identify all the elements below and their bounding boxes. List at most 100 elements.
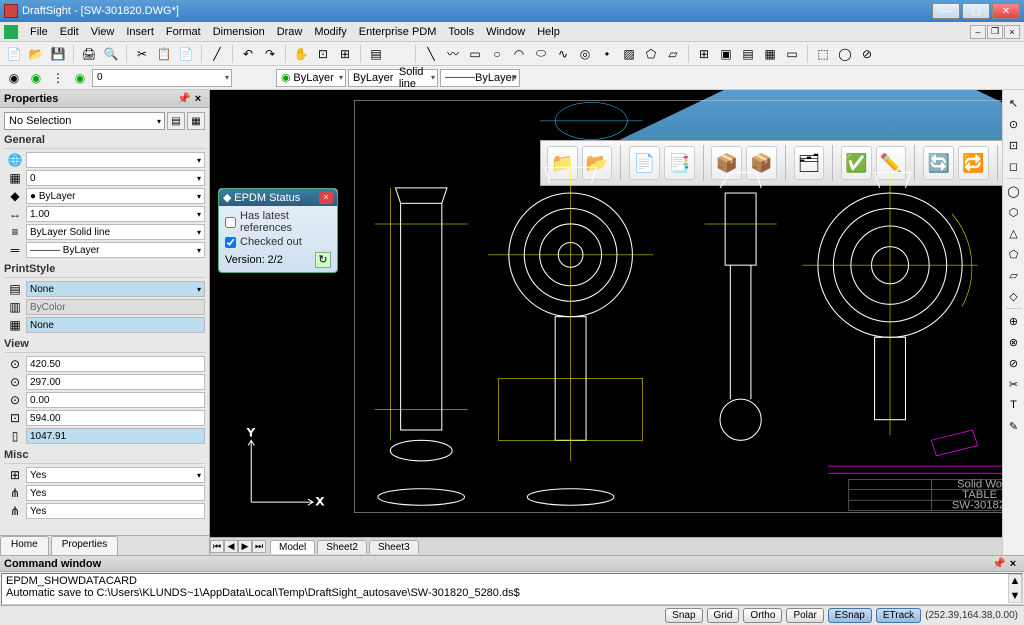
layer-freeze-icon[interactable]: ◉ xyxy=(70,68,90,88)
select-circle-icon[interactable]: ◯ xyxy=(835,44,855,64)
sheet-last-icon[interactable]: ⏭ xyxy=(252,540,266,553)
menu-file[interactable]: File xyxy=(24,24,54,40)
paste-button[interactable]: 📄 xyxy=(176,44,196,64)
right-tool-4[interactable]: ◯ xyxy=(1005,182,1023,200)
block-edit-icon[interactable]: ▤ xyxy=(738,44,758,64)
sheet-prev-icon[interactable]: ◀ xyxy=(224,540,238,553)
select-similar-icon[interactable]: ▦ xyxy=(187,112,205,130)
mdi-restore[interactable]: ❐ xyxy=(987,25,1003,39)
quickselect-icon[interactable]: ▤ xyxy=(167,112,185,130)
command-output[interactable]: EPDM_SHOWDATACARD Automatic save to C:\U… xyxy=(1,573,1023,605)
prop-value[interactable]: 0 xyxy=(26,170,205,186)
epdm-status-dialog[interactable]: ◆ EPDM Status× Has latest references Che… xyxy=(218,188,338,273)
prop-value[interactable]: Yes xyxy=(26,503,205,519)
status-ortho[interactable]: Ortho xyxy=(743,608,782,623)
status-esnap[interactable]: ESnap xyxy=(828,608,872,623)
menu-enterprise-pdm[interactable]: Enterprise PDM xyxy=(353,24,443,40)
prop-value[interactable]: 297.00 xyxy=(26,374,205,390)
menu-help[interactable]: Help xyxy=(531,24,566,40)
draw-circle-icon[interactable]: ○ xyxy=(487,44,507,64)
prop-value[interactable]: None xyxy=(26,317,205,333)
layer-iso-icon[interactable]: ⋮ xyxy=(48,68,68,88)
menu-edit[interactable]: Edit xyxy=(54,24,85,40)
note-icon[interactable]: ▭ xyxy=(782,44,802,64)
prop-value[interactable] xyxy=(26,152,205,168)
prop-value[interactable]: ● ByLayer xyxy=(26,188,205,204)
menu-modify[interactable]: Modify xyxy=(308,24,352,40)
right-tool-0[interactable]: ↖ xyxy=(1005,94,1023,112)
preview-button[interactable]: 🔍 xyxy=(101,44,121,64)
right-tool-10[interactable]: ⊕ xyxy=(1005,312,1023,330)
layer-manager-icon[interactable]: ◉ xyxy=(4,68,24,88)
selection-dropdown[interactable]: No Selection xyxy=(4,112,165,130)
pin-icon[interactable]: 📌 xyxy=(177,92,191,105)
sheet-first-icon[interactable]: ⏮ xyxy=(210,540,224,553)
draw-polyline-icon[interactable]: 〰 xyxy=(443,44,463,64)
prop-value[interactable]: Yes xyxy=(26,485,205,501)
drawing-canvas[interactable]: 📁📂📄📑📦📦🗂✅✏️🔄🔁✖📋✖📋 ◆ EPDM Status× Has late… xyxy=(210,90,1024,537)
open-button[interactable]: 📂 xyxy=(26,44,46,64)
sheet-next-icon[interactable]: ▶ xyxy=(238,540,252,553)
minimize-button[interactable]: — xyxy=(932,3,960,19)
draw-polygon-icon[interactable]: ⬠ xyxy=(641,44,661,64)
right-tool-11[interactable]: ⊗ xyxy=(1005,333,1023,351)
prop-value[interactable]: 594.00 xyxy=(26,410,205,426)
zoom-window-button[interactable]: ⊡ xyxy=(313,44,333,64)
sheet-tab-sheet2[interactable]: Sheet2 xyxy=(317,540,367,554)
status-polar[interactable]: Polar xyxy=(786,608,823,623)
draw-point-icon[interactable]: • xyxy=(597,44,617,64)
cmd-scroll-up-icon[interactable]: ▲ xyxy=(1010,575,1021,587)
undo-button[interactable]: ↶ xyxy=(238,44,258,64)
menu-tools[interactable]: Tools xyxy=(442,24,480,40)
status-grid[interactable]: Grid xyxy=(707,608,740,623)
sheet-tab-sheet3[interactable]: Sheet3 xyxy=(369,540,419,554)
draw-hatch-icon[interactable]: ▨ xyxy=(619,44,639,64)
draw-ellipse-icon[interactable]: ⬭ xyxy=(531,44,551,64)
tab-home[interactable]: Home xyxy=(0,536,49,555)
panel-close-icon[interactable]: × xyxy=(191,93,205,105)
draw-line-icon[interactable]: ╲ xyxy=(421,44,441,64)
linetype-select[interactable]: ByLayer Solid line xyxy=(348,69,438,87)
menu-view[interactable]: View xyxy=(85,24,121,40)
cmd-close-icon[interactable]: × xyxy=(1006,558,1020,570)
block-insert-icon[interactable]: ⊞ xyxy=(694,44,714,64)
cmd-scroll-down-icon[interactable]: ▼ xyxy=(1010,590,1021,602)
save-button[interactable]: 💾 xyxy=(48,44,68,64)
right-tool-8[interactable]: ▱ xyxy=(1005,266,1023,284)
maximize-button[interactable]: ▢ xyxy=(962,3,990,19)
layer-prev-icon[interactable]: ◉ xyxy=(26,68,46,88)
menu-draw[interactable]: Draw xyxy=(271,24,309,40)
tab-properties[interactable]: Properties xyxy=(51,536,119,555)
right-tool-1[interactable]: ⊙ xyxy=(1005,115,1023,133)
checked-out-checkbox[interactable]: Checked out xyxy=(225,236,331,248)
sheet-tab-model[interactable]: Model xyxy=(270,540,315,554)
draw-rect-icon[interactable]: ▭ xyxy=(465,44,485,64)
draw-spline-icon[interactable]: ∿ xyxy=(553,44,573,64)
prop-value[interactable]: ——— ByLayer xyxy=(26,242,205,258)
close-button[interactable]: ✕ xyxy=(992,3,1020,19)
prop-value[interactable]: 0.00 xyxy=(26,392,205,408)
menu-insert[interactable]: Insert xyxy=(120,24,160,40)
prop-value[interactable]: 1.00 xyxy=(26,206,205,222)
has-latest-checkbox[interactable]: Has latest references xyxy=(225,210,331,234)
status-etrack[interactable]: ETrack xyxy=(876,608,921,623)
right-tool-2[interactable]: ⊡ xyxy=(1005,136,1023,154)
print-button[interactable]: 🖨 xyxy=(79,44,99,64)
right-tool-9[interactable]: ◇ xyxy=(1005,287,1023,305)
cmd-pin-icon[interactable]: 📌 xyxy=(992,557,1006,570)
select-rect-icon[interactable]: ⬚ xyxy=(813,44,833,64)
right-tool-6[interactable]: △ xyxy=(1005,224,1023,242)
new-button[interactable]: 📄 xyxy=(4,44,24,64)
copy-button[interactable]: 📋 xyxy=(154,44,174,64)
right-tool-5[interactable]: ⬡ xyxy=(1005,203,1023,221)
mdi-minimize[interactable]: – xyxy=(970,25,986,39)
cut-button[interactable]: ✂ xyxy=(132,44,152,64)
layer-select[interactable]: 0 xyxy=(92,69,232,87)
table-icon[interactable]: ▦ xyxy=(760,44,780,64)
right-tool-13[interactable]: ✂ xyxy=(1005,375,1023,393)
draw-donut-icon[interactable]: ◎ xyxy=(575,44,595,64)
menu-window[interactable]: Window xyxy=(480,24,531,40)
menu-dimension[interactable]: Dimension xyxy=(207,24,271,40)
prop-value[interactable]: ByLayer Solid line xyxy=(26,224,205,240)
menu-format[interactable]: Format xyxy=(160,24,207,40)
